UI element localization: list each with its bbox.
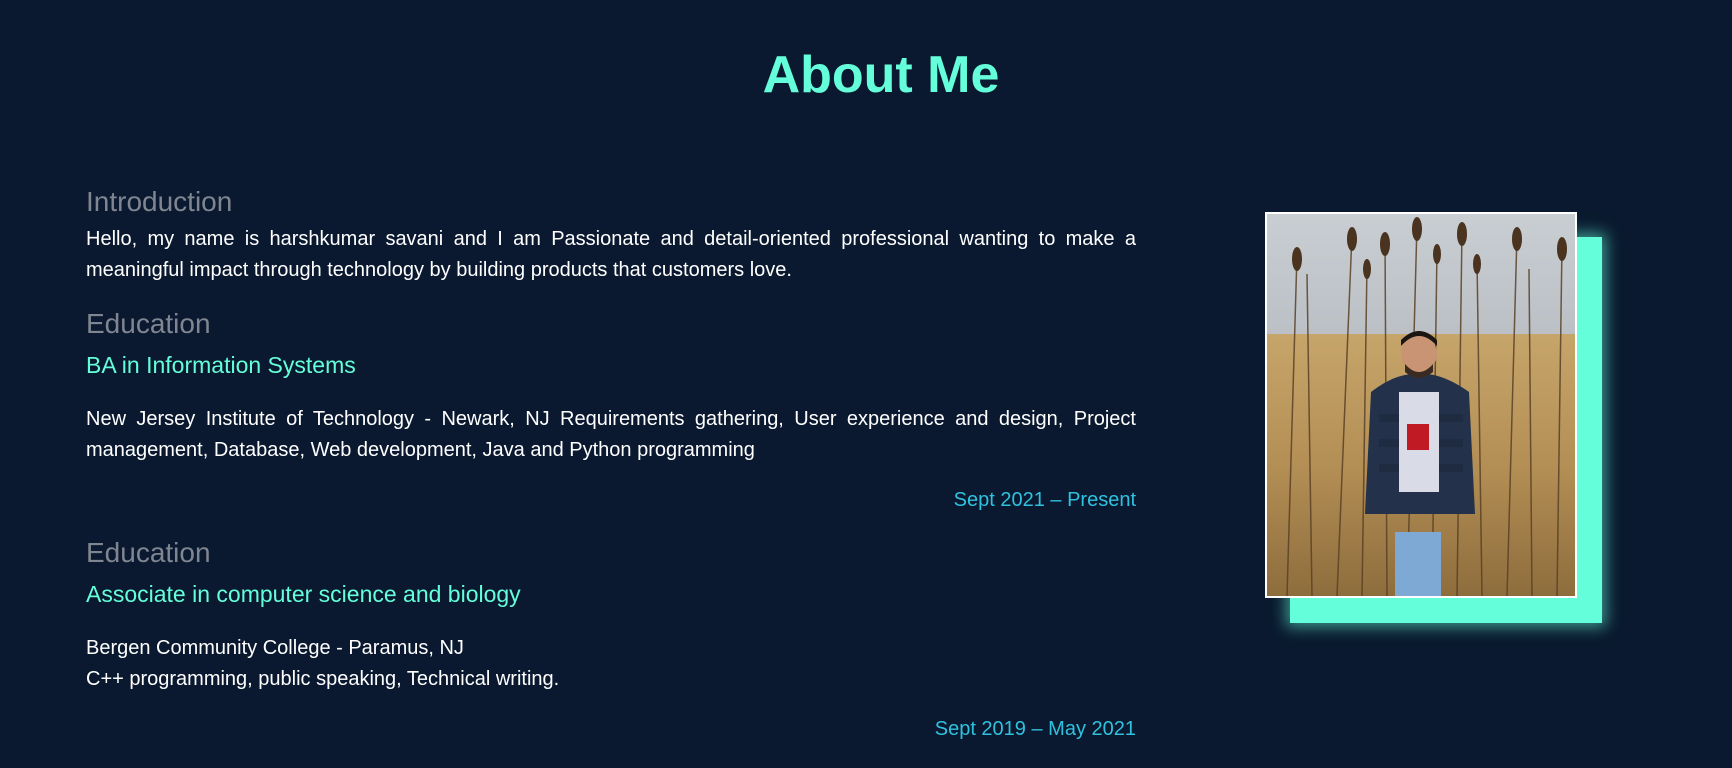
degree-title-2: Associate in computer science and biolog…: [86, 581, 521, 607]
profile-photo-frame: [1265, 212, 1602, 623]
profile-photo: [1265, 212, 1577, 598]
profile-photo-image: [1267, 214, 1575, 596]
page-title: About Me: [762, 46, 1000, 104]
education-institution-2: Bergen Community College - Paramus, NJ: [86, 637, 464, 659]
education-skills-2: C++ programming, public speaking, Techni…: [86, 668, 560, 690]
education-dates-1: Sept 2021 – Present: [953, 489, 1136, 511]
about-page: About Me Introduction Hello, my name is …: [0, 0, 1732, 768]
degree-title-1: BA in Information Systems: [86, 352, 356, 378]
education-heading-1: Education: [86, 308, 211, 339]
education-dates-2: Sept 2019 – May 2021: [934, 718, 1136, 740]
introduction-heading: Introduction: [86, 186, 233, 217]
education-heading-2: Education: [86, 537, 211, 568]
education-details-1: New Jersey Institute of Technology - New…: [86, 408, 1136, 461]
about-content: Introduction Hello, my name is harshkuma…: [86, 184, 1136, 743]
introduction-text: Hello, my name is harshkumar savani and …: [86, 228, 1136, 281]
